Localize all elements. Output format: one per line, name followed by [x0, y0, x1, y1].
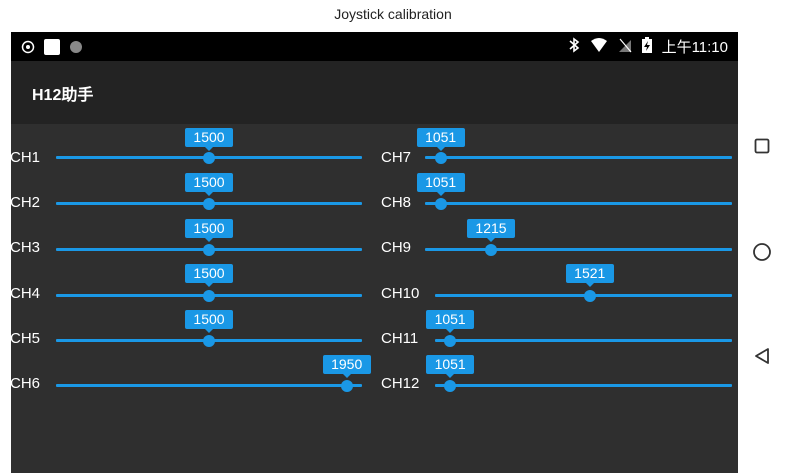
app-bar: H12助手	[11, 61, 738, 124]
notification-icon	[21, 40, 35, 59]
ch2-value-bubble: 1500	[185, 173, 233, 196]
ch5-slider-thumb[interactable]	[203, 334, 215, 347]
ch1-slider-thumb[interactable]	[203, 151, 215, 164]
app-square-icon	[43, 38, 61, 61]
ch2-slider-thumb[interactable]	[203, 197, 215, 210]
home-button[interactable]	[748, 240, 776, 268]
clock: 上午11:10	[661, 39, 728, 56]
android-screen: 上午11:10 H12助手 CH1 1500 CH2 1500 CH3 1500…	[11, 32, 738, 473]
ch11-label: CH11	[381, 330, 419, 347]
ch8-slider-thumb[interactable]	[434, 197, 447, 210]
app-title: H12助手	[32, 87, 94, 104]
ch7-slider-track[interactable]	[425, 156, 732, 159]
ch10-label: CH10	[381, 285, 420, 302]
ch3-slider-thumb[interactable]	[203, 243, 215, 256]
ch10-slider-thumb[interactable]	[583, 289, 596, 302]
ch1-label: CH1	[11, 149, 41, 166]
ch9-value-bubble: 1215	[467, 219, 515, 242]
no-sim-icon	[618, 37, 632, 57]
ch12-slider-track[interactable]	[435, 384, 732, 387]
bluetooth-icon	[568, 36, 580, 57]
status-right-icons: 上午11:10	[568, 36, 728, 57]
triangle-back-icon	[754, 347, 770, 370]
ch1-value-bubble: 1500	[185, 128, 233, 151]
ch11-slider-track[interactable]	[435, 339, 732, 342]
ch7-value-bubble: 1051	[416, 128, 465, 151]
ch5-value-bubble: 1500	[185, 310, 233, 333]
ch7-label: CH7	[381, 149, 412, 166]
ch2-label: CH2	[11, 194, 41, 211]
ch4-label: CH4	[11, 285, 41, 302]
ch9-slider-thumb[interactable]	[485, 243, 497, 256]
recents-button[interactable]	[748, 134, 776, 162]
ch4-value-bubble: 1500	[185, 264, 233, 287]
ch8-slider-track[interactable]	[425, 202, 732, 205]
ch3-label: CH3	[11, 239, 41, 256]
ch9-slider-track[interactable]	[425, 248, 732, 251]
status-bar: 上午11:10	[11, 32, 738, 61]
ch6-value-bubble: 1950	[322, 355, 371, 378]
ch4-slider-thumb[interactable]	[203, 289, 215, 302]
ch5-label: CH5	[11, 330, 41, 347]
ch12-value-bubble: 1051	[426, 355, 475, 378]
ch6-slider-thumb[interactable]	[340, 379, 353, 392]
square-recents-icon	[754, 138, 770, 159]
ch11-value-bubble: 1051	[426, 310, 475, 333]
ch8-value-bubble: 1051	[416, 173, 465, 196]
ch6-slider-track[interactable]	[56, 384, 362, 387]
ch12-label: CH12	[381, 375, 420, 392]
back-button[interactable]	[748, 344, 776, 372]
ch12-slider-thumb[interactable]	[444, 379, 457, 392]
caption: Joystick calibration	[334, 6, 452, 22]
battery-charging-icon	[641, 36, 652, 57]
wifi-icon	[590, 37, 608, 57]
ch10-value-bubble: 1521	[565, 264, 614, 287]
ch6-label: CH6	[11, 375, 41, 392]
circle-home-icon	[752, 242, 772, 267]
ch8-label: CH8	[381, 194, 412, 211]
dot-icon	[69, 40, 83, 59]
system-nav-bar	[738, 32, 786, 473]
ch11-slider-thumb[interactable]	[444, 334, 457, 347]
ch7-slider-thumb[interactable]	[434, 151, 447, 164]
ch3-value-bubble: 1500	[185, 219, 233, 242]
ch9-label: CH9	[381, 239, 412, 256]
status-left-icons	[21, 38, 83, 61]
